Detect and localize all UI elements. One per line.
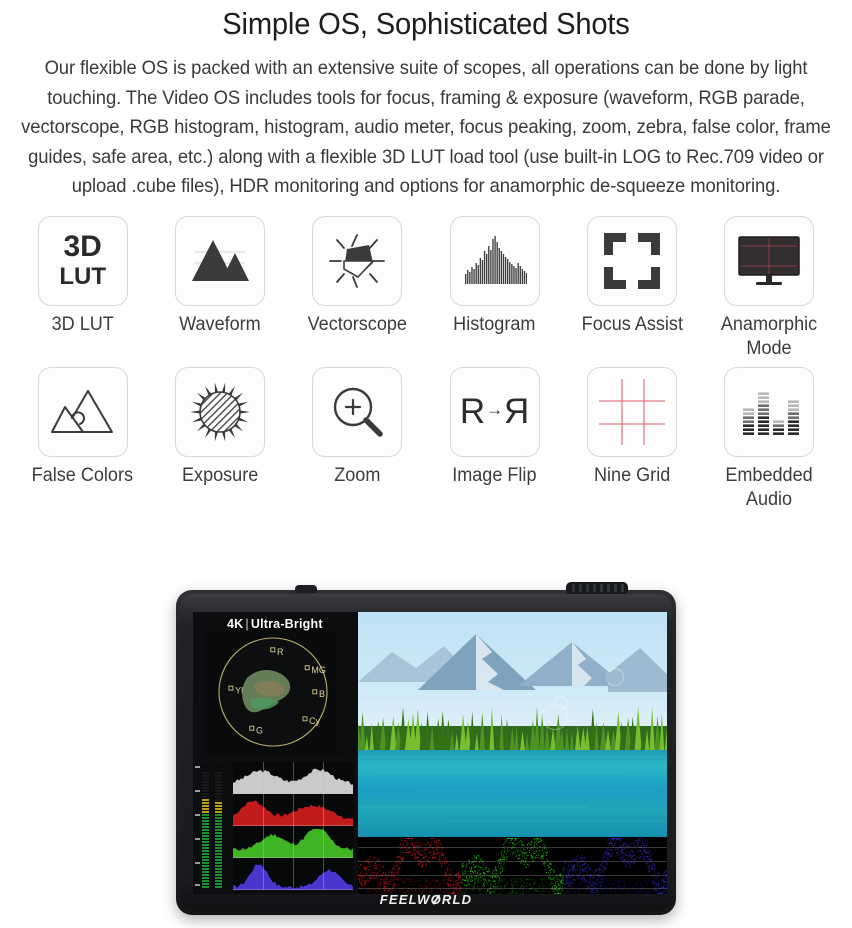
feature-item-false-colors[interactable]: False Colors: [14, 367, 151, 512]
feature-item-exposure[interactable]: Exposure: [151, 367, 288, 512]
overlay-separator: |: [245, 617, 248, 631]
brand-text-pre: FEELW: [380, 892, 431, 907]
feature-item-histogram[interactable]: Histogram: [426, 216, 563, 361]
feature-label: Exposure: [182, 464, 258, 488]
feature-label: Histogram: [454, 313, 536, 337]
vectorscope-display[interactable]: R MG B Cy G Yl: [203, 630, 343, 756]
image-flip-left-glyph: R: [460, 394, 485, 429]
brand-o-glyph: O: [431, 892, 442, 907]
false-colors-icon: [38, 367, 128, 457]
feature-label: Zoom: [334, 464, 380, 488]
brand-logo: FEELWORLD: [180, 892, 672, 907]
feature-item-3d-lut[interactable]: 3D LUT 3D LUT: [14, 216, 151, 361]
audio-meter-right: [214, 764, 223, 888]
svg-text:G: G: [256, 725, 263, 735]
image-flip-right-glyph: R: [504, 394, 529, 429]
parade-green-channel: [461, 837, 564, 894]
focus-assist-icon: [587, 216, 677, 306]
rgb-histogram-display[interactable]: [233, 762, 353, 890]
red-histogram: [233, 794, 353, 826]
feature-item-image-flip[interactable]: R → R Image Flip: [426, 367, 563, 512]
resolution-label: 4K: [227, 617, 243, 631]
live-video-preview: [358, 612, 667, 837]
monitor-screen[interactable]: 4K|Ultra-Bright R MG B Cy G Yl: [193, 612, 667, 894]
luma-histogram: [233, 762, 353, 794]
feature-label: Image Flip: [453, 464, 537, 488]
lens-flare: [606, 668, 624, 686]
device-bezel: 4K|Ultra-Bright R MG B Cy G Yl: [180, 594, 672, 911]
svg-text:Yl: Yl: [235, 685, 243, 695]
lut-3d-line1: 3D: [59, 232, 106, 262]
lake-region: [358, 750, 667, 837]
product-photo: 4K|Ultra-Bright R MG B Cy G Yl: [0, 587, 852, 928]
audio-meter-left: [201, 764, 210, 888]
feature-item-waveform[interactable]: Waveform: [151, 216, 288, 361]
audio-meter-display: [201, 764, 227, 888]
svg-text:B: B: [319, 689, 325, 699]
forest-region: [358, 686, 667, 758]
anamorphic-monitor-icon: [724, 216, 814, 306]
parade-blue-channel: [564, 837, 667, 894]
lut-3d-icon: 3D LUT: [38, 216, 128, 306]
image-flip-icon: R → R: [450, 367, 540, 457]
brightness-label: Ultra-Bright: [251, 617, 323, 631]
feature-label: 3D LUT: [52, 313, 114, 337]
feature-item-nine-grid[interactable]: Nine Grid: [563, 367, 700, 512]
screen-overlay-title: 4K|Ultra-Bright: [227, 617, 323, 631]
svg-text:Cy: Cy: [309, 716, 320, 726]
lut-3d-line2: LUT: [59, 265, 106, 289]
rgb-parade-display[interactable]: [358, 837, 667, 894]
waveform-icon: [175, 216, 265, 306]
feature-item-zoom[interactable]: Zoom: [289, 367, 426, 512]
audio-scale: [195, 764, 200, 888]
svg-text:MG: MG: [311, 665, 326, 675]
histogram-icon: [450, 216, 540, 306]
lens-flare: [554, 696, 568, 710]
page-title: Simple OS, Sophisticated Shots: [26, 4, 827, 44]
feature-item-embedded-audio[interactable]: Embedded Audio: [701, 367, 838, 512]
exposure-sun-icon: [175, 367, 265, 457]
blue-histogram: [233, 858, 353, 890]
intro-paragraph: Our flexible OS is packed with an extens…: [20, 54, 832, 202]
feature-item-focus-assist[interactable]: Focus Assist: [563, 216, 700, 361]
embedded-audio-icon: [724, 367, 814, 457]
shoe-mount: [566, 582, 628, 594]
scope-column: R MG B Cy G Yl: [193, 612, 358, 894]
feature-grid: 3D LUT 3D LUT Waveform: [0, 216, 852, 512]
field-monitor-device: 4K|Ultra-Bright R MG B Cy G Yl: [176, 590, 676, 915]
svg-text:R: R: [277, 647, 284, 657]
feature-label: Anamorphic Mode: [708, 313, 832, 361]
zoom-magnifier-icon: [312, 367, 402, 457]
feature-label: Focus Assist: [581, 313, 682, 337]
product-feature-page: Simple OS, Sophisticated Shots Our flexi…: [0, 4, 852, 928]
feature-label: False Colors: [32, 464, 133, 488]
parade-red-channel: [358, 837, 461, 894]
brand-text-post: RLD: [442, 892, 472, 907]
feature-item-vectorscope[interactable]: Vectorscope: [289, 216, 426, 361]
feature-item-anamorphic-mode[interactable]: Anamorphic Mode: [701, 216, 838, 361]
feature-label: Waveform: [179, 313, 261, 337]
feature-label: Vectorscope: [308, 313, 407, 337]
green-histogram: [233, 826, 353, 858]
vectorscope-icon: [312, 216, 402, 306]
feature-label: Embedded Audio: [708, 464, 832, 512]
feature-label: Nine Grid: [594, 464, 670, 488]
nine-grid-icon: [587, 367, 677, 457]
image-flip-arrow-icon: →: [486, 401, 503, 418]
top-button[interactable]: [295, 585, 317, 593]
